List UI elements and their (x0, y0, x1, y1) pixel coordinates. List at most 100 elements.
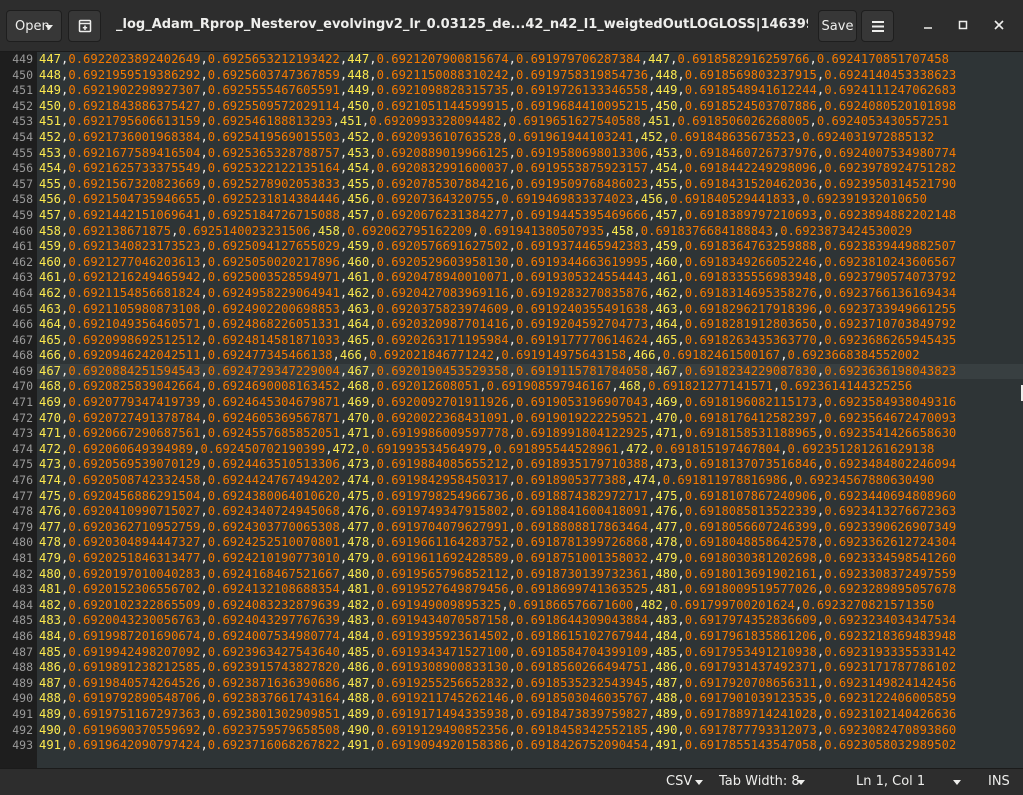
code-line[interactable]: 477,0.6920362710952759,0.692430377006530… (37, 520, 1023, 536)
code-line[interactable]: 470,0.6920727491378784,0.692460536956787… (37, 411, 1023, 427)
line-number: 453 (12, 114, 33, 129)
code-line[interactable]: 453,0.6921677589416504,0.692536532878875… (37, 146, 1023, 162)
code-line[interactable]: 471,0.6920667290687561,0.692455768585205… (37, 426, 1023, 442)
line-number: 465 (12, 301, 33, 316)
close-icon (994, 20, 1004, 30)
code-line[interactable]: 474,0.6920508742332458,0.692442476749420… (37, 473, 1023, 489)
minimize-icon (924, 27, 932, 29)
line-number: 455 (12, 145, 33, 160)
code-line[interactable]: 487,0.6919840574264526,0.692387163639068… (37, 676, 1023, 692)
tab-width-selector[interactable]: Tab Width: 8 (719, 774, 800, 789)
save-button[interactable]: Save (818, 10, 857, 42)
new-document-button[interactable] (68, 10, 101, 42)
hamburger-menu-icon (871, 20, 884, 32)
code-line[interactable]: 466,0.6920946242042511,0.692477345466138… (37, 348, 1023, 364)
line-number: 451 (12, 83, 33, 98)
line-number: 469 (12, 363, 33, 378)
line-number: 454 (12, 129, 33, 144)
line-number: 476 (12, 473, 33, 488)
code-line[interactable]: 458,0.692138671875,0.6925140023231506,45… (37, 224, 1023, 240)
code-line[interactable]: 490,0.6919690370559692,0.692375957965850… (37, 723, 1023, 739)
code-line[interactable]: 462,0.6921154856681824,0.692495822906494… (37, 286, 1023, 302)
chevron-down-icon (797, 780, 805, 785)
code-line[interactable]: 447,0.6922023892402649,0.692565321219342… (37, 52, 1023, 68)
code-line[interactable]: 450,0.6921843886375427,0.692550957202911… (37, 99, 1023, 115)
cursor-position[interactable]: Ln 1, Col 1 (856, 774, 925, 789)
code-line[interactable]: 460,0.6921277046203613,0.692505002021789… (37, 255, 1023, 271)
code-line[interactable]: 456,0.6921504735946655,0.692523181438444… (37, 192, 1023, 208)
line-number: 485 (12, 613, 33, 628)
code-line[interactable]: 469,0.6920779347419739,0.692464530467987… (37, 395, 1023, 411)
code-line[interactable]: 465,0.6920998692512512,0.692481458187103… (37, 333, 1023, 349)
code-line[interactable]: 457,0.6921442151069641,0.692518472671508… (37, 208, 1023, 224)
code-line[interactable]: 455,0.6921567320823669,0.692527890205383… (37, 177, 1023, 193)
code-line[interactable]: 488,0.6919792890548706,0.692383766174316… (37, 691, 1023, 707)
line-number: 449 (12, 52, 33, 66)
code-line[interactable]: 483,0.6920043230056763,0.692404329776763… (37, 613, 1023, 629)
code-line[interactable]: 486,0.6919891238212585,0.692391574382782… (37, 660, 1023, 676)
line-number: 463 (12, 270, 33, 285)
line-number: 484 (12, 597, 33, 612)
code-line[interactable]: 479,0.6920251846313477,0.692421019077301… (37, 551, 1023, 567)
line-number: 468 (12, 348, 33, 363)
line-number: 488 (12, 660, 33, 675)
minimize-button[interactable] (917, 14, 939, 36)
code-line[interactable]: 449,0.6921902298927307,0.692555546760559… (37, 83, 1023, 99)
status-bar: CSV Tab Width: 8 Ln 1, Col 1 INS (0, 768, 1023, 795)
line-number: 470 (12, 379, 33, 394)
code-line[interactable]: 472,0.692060649394989,0.692450702190399,… (37, 442, 1023, 458)
code-line[interactable]: 485,0.6919942498207092,0.692396342754364… (37, 645, 1023, 661)
chevron-down-icon (953, 780, 961, 785)
line-number: 467 (12, 332, 33, 347)
window-title: _log_Adam_Rprop_Nesterov_evolvingv2_lr_0… (116, 17, 808, 32)
new-tab-icon (78, 19, 91, 33)
code-line[interactable]: 476,0.6920410990715027,0.692434072494506… (37, 504, 1023, 520)
line-number: 480 (12, 535, 33, 550)
line-number: 466 (12, 317, 33, 332)
line-number: 479 (12, 519, 33, 534)
close-button[interactable] (988, 14, 1010, 36)
line-number: 482 (12, 566, 33, 581)
code-line[interactable]: 478,0.6920304894447327,0.692425251007080… (37, 535, 1023, 551)
code-line[interactable]: 451,0.6921795606613159,0.692546188813293… (37, 114, 1023, 130)
code-line[interactable]: 467,0.6920884251594543,0.692472934722900… (37, 363, 1023, 380)
line-number-gutter: 449 450 451 452 453 454 455 456 457 458 459 460 461 4… (0, 52, 37, 768)
line-number: 487 (12, 644, 33, 659)
code-line[interactable]: 482,0.6920102322865509,0.692408323287963… (37, 598, 1023, 614)
line-number: 475 (12, 457, 33, 472)
line-number: 493 (12, 738, 33, 753)
code-line[interactable]: 489,0.6919751167297363,0.692380130290985… (37, 707, 1023, 723)
code-line[interactable]: 491,0.6919642090797424,0.692371606826782… (37, 738, 1023, 754)
menu-button[interactable] (861, 10, 894, 42)
language-selector[interactable]: CSV (666, 774, 692, 789)
code-line[interactable]: 473,0.6920569539070129,0.692446351051330… (37, 457, 1023, 473)
line-number: 483 (12, 582, 33, 597)
code-line[interactable]: 454,0.6921625733375549,0.692532212213516… (37, 161, 1023, 177)
code-line[interactable]: 459,0.6921340823173523,0.692509412765502… (37, 239, 1023, 255)
code-line[interactable]: 452,0.6921736001968384,0.692541956901550… (37, 130, 1023, 146)
line-number: 457 (12, 176, 33, 191)
code-line[interactable]: 448,0.6921959519386292,0.692560374736785… (37, 68, 1023, 84)
code-line[interactable]: 461,0.6921216249465942,0.692500352859497… (37, 270, 1023, 286)
maximize-button[interactable] (952, 14, 974, 36)
line-number: 460 (12, 223, 33, 238)
line-number: 462 (12, 254, 33, 269)
code-area[interactable]: 447,0.6922023892402649,0.692565321219342… (37, 52, 1023, 768)
text-editor[interactable]: 449 450 451 452 453 454 455 456 457 458 459 460 461 4… (0, 52, 1023, 768)
line-number: 458 (12, 192, 33, 207)
code-line[interactable]: 464,0.6921049356460571,0.692486822605133… (37, 317, 1023, 333)
line-number: 490 (12, 691, 33, 706)
code-line[interactable]: 480,0.6920197010040283,0.692416846752166… (37, 567, 1023, 583)
line-number: 489 (12, 675, 33, 690)
code-line[interactable]: 481,0.6920152306556702,0.692413210868835… (37, 582, 1023, 598)
code-line[interactable]: 463,0.6921105980873108,0.692490220069885… (37, 302, 1023, 318)
code-line[interactable]: 468,0.6920825839042664,0.692469000816345… (37, 379, 1023, 395)
line-number: 491 (12, 706, 33, 721)
line-number: 471 (12, 395, 33, 410)
code-line[interactable]: 484,0.6919987201690674,0.692400753498077… (37, 629, 1023, 645)
code-line[interactable]: 475,0.6920456886291504,0.692438006401062… (37, 489, 1023, 505)
line-number: 461 (12, 239, 33, 254)
header-bar: Open _log_Adam_Rprop_Nesterov_evolvingv2… (0, 0, 1023, 52)
open-button[interactable]: Open (6, 10, 62, 42)
line-number: 450 (12, 67, 33, 82)
